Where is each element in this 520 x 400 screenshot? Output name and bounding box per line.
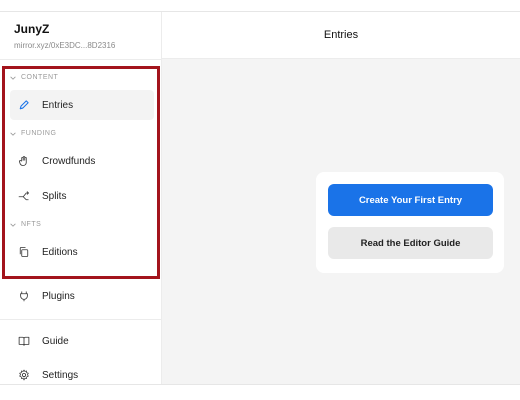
sidebar-item-label: Guide xyxy=(42,335,69,347)
site-url: mirror.xyz/0xE3DC...8D2316 xyxy=(14,41,116,50)
copy-icon xyxy=(18,246,30,258)
plug-icon xyxy=(18,290,30,302)
main-panel: Entries Create Your First Entry Read the… xyxy=(162,12,520,384)
app-window: JunyZ mirror.xyz/0xE3DC...8D2316 CONTENT… xyxy=(0,11,520,385)
page-title: Entries xyxy=(323,29,359,41)
section-label: NFTS xyxy=(21,221,42,228)
sidebar-divider xyxy=(0,319,162,320)
section-nfts[interactable]: NFTS xyxy=(10,221,41,228)
section-label: CONTENT xyxy=(21,74,59,81)
gear-icon xyxy=(18,369,30,381)
sidebar: JunyZ mirror.xyz/0xE3DC...8D2316 CONTENT… xyxy=(0,12,162,384)
pencil-icon xyxy=(18,99,30,111)
chevron-down-icon xyxy=(10,223,16,227)
sidebar-item-settings[interactable]: Settings xyxy=(10,360,154,390)
sidebar-item-plugins[interactable]: Plugins xyxy=(10,281,154,311)
sidebar-item-label: Settings xyxy=(42,369,79,381)
chevron-down-icon xyxy=(10,76,16,80)
empty-state-card: Create Your First Entry Read the Editor … xyxy=(316,172,504,273)
sidebar-item-editions[interactable]: Editions xyxy=(10,237,154,267)
sidebar-item-label: Plugins xyxy=(42,290,75,302)
site-title: JunyZ xyxy=(14,22,50,36)
sidebar-item-entries[interactable]: Entries xyxy=(10,90,154,120)
sidebar-item-crowdfunds[interactable]: Crowdfunds xyxy=(10,146,154,176)
sidebar-item-label: Splits xyxy=(42,190,67,202)
sidebar-item-label: Crowdfunds xyxy=(42,155,96,167)
split-icon xyxy=(18,190,30,202)
book-icon xyxy=(18,335,30,347)
section-content[interactable]: CONTENT xyxy=(10,74,58,81)
create-first-entry-button[interactable]: Create Your First Entry xyxy=(328,184,493,216)
header-divider xyxy=(0,59,162,60)
sidebar-item-guide[interactable]: Guide xyxy=(10,326,154,356)
sidebar-item-label: Editions xyxy=(42,246,78,258)
sidebar-item-splits[interactable]: Splits xyxy=(10,181,154,211)
sidebar-item-label: Entries xyxy=(42,99,74,111)
hand-icon xyxy=(18,155,30,167)
section-label: FUNDING xyxy=(21,130,57,137)
chevron-down-icon xyxy=(10,132,16,136)
site-header[interactable]: JunyZ mirror.xyz/0xE3DC...8D2316 xyxy=(14,22,115,50)
topbar: Entries xyxy=(162,12,520,59)
section-funding[interactable]: FUNDING xyxy=(10,130,56,137)
read-editor-guide-button[interactable]: Read the Editor Guide xyxy=(328,227,493,259)
